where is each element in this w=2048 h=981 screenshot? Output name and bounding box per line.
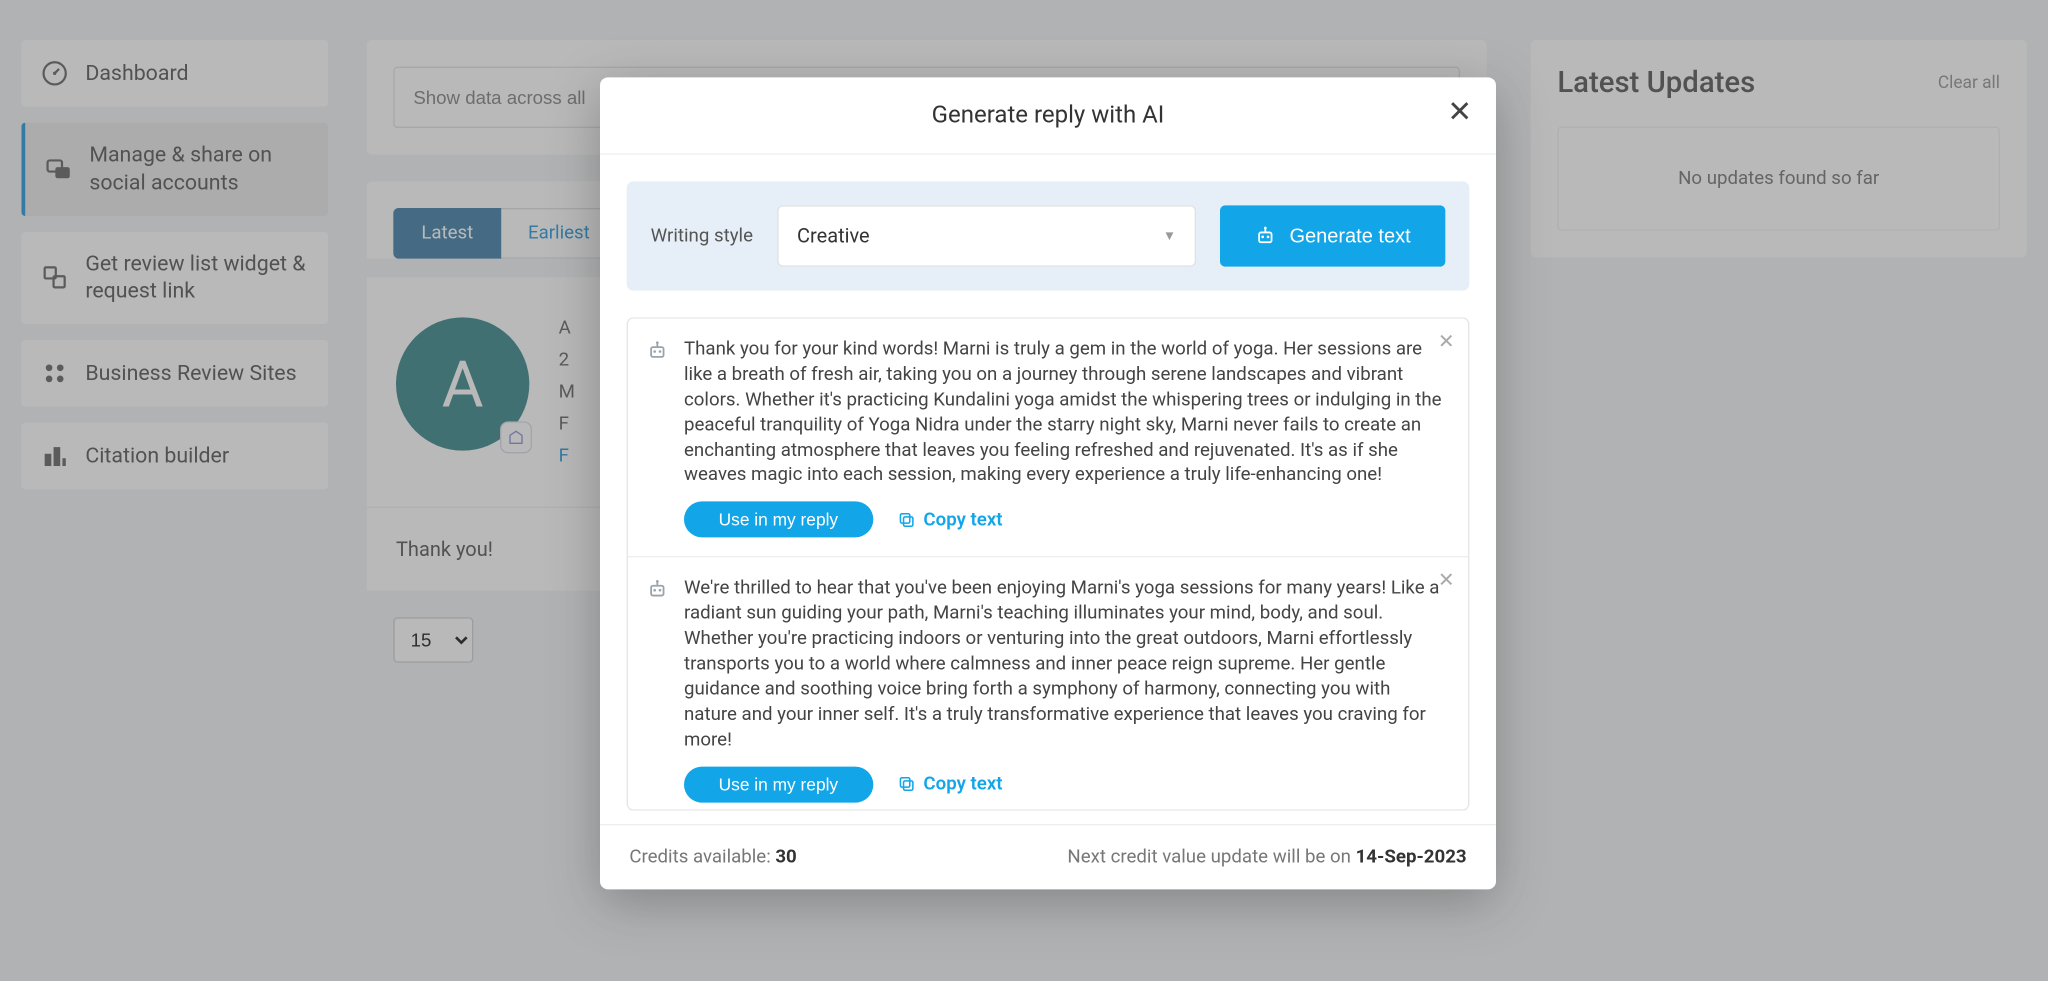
close-icon[interactable]: ✕ (1438, 329, 1455, 353)
suggestion-item: Thank you for your kind words! Marni is … (628, 319, 1468, 558)
ai-reply-modal: Generate reply with AI ✕ Writing style C… (600, 77, 1496, 889)
generate-label: Generate text (1289, 225, 1410, 248)
robot-icon (647, 340, 668, 538)
use-in-reply-button[interactable]: Use in my reply (684, 766, 873, 802)
chevron-down-icon: ▼ (1163, 229, 1176, 244)
modal-toolbar: Writing style Creative ▼ Generate text (627, 181, 1470, 290)
modal-footer: Credits available: 30 Next credit value … (600, 824, 1496, 889)
suggestion-item: We're thrilled to hear that you've been … (628, 558, 1468, 811)
use-in-reply-button[interactable]: Use in my reply (684, 502, 873, 538)
suggestion-text: Thank you for your kind words! Marni is … (684, 337, 1447, 488)
modal-header: Generate reply with AI ✕ (600, 77, 1496, 154)
close-icon[interactable]: ✕ (1438, 568, 1455, 592)
suggestions-list: Thank you for your kind words! Marni is … (627, 317, 1470, 810)
copy-text-button[interactable]: Copy text (897, 509, 1003, 530)
writing-style-select[interactable]: Creative ▼ (777, 205, 1196, 266)
copy-label: Copy text (923, 773, 1002, 794)
copy-icon (897, 510, 916, 529)
next-credit-update: Next credit value update will be on 14-S… (1067, 847, 1466, 868)
copy-icon (897, 775, 916, 794)
close-icon[interactable]: ✕ (1447, 99, 1472, 128)
generate-text-button[interactable]: Generate text (1220, 205, 1445, 266)
robot-icon (647, 579, 668, 802)
writing-style-label: Writing style (651, 225, 753, 246)
credits-available: Credits available: 30 (629, 847, 796, 868)
suggestion-text: We're thrilled to hear that you've been … (684, 576, 1447, 752)
copy-text-button[interactable]: Copy text (897, 773, 1003, 794)
writing-style-value: Creative (797, 224, 870, 248)
robot-icon (1255, 225, 1276, 246)
modal-title: Generate reply with AI (932, 101, 1165, 129)
copy-label: Copy text (923, 509, 1002, 530)
